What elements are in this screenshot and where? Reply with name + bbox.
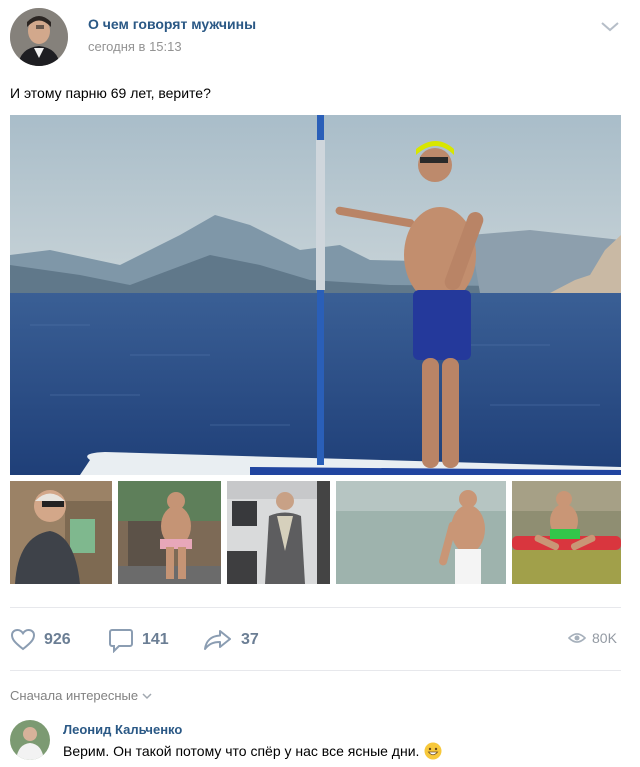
comment-button[interactable]: 141 bbox=[108, 626, 169, 654]
comment-item: Леонид Кальченко Верим. Он такой потому … bbox=[0, 712, 640, 767]
views-counter: 80K bbox=[568, 630, 617, 646]
photo-thumbnail[interactable] bbox=[512, 481, 621, 584]
chevron-down-icon[interactable] bbox=[598, 16, 622, 36]
post-text: И этому парню 69 лет, верите? bbox=[10, 85, 211, 101]
comments-sort-dropdown[interactable]: Сначала интересные bbox=[10, 688, 152, 703]
comment-text-content: Верим. Он такой потому что спёр у нас вс… bbox=[63, 743, 420, 759]
like-count: 926 bbox=[44, 631, 71, 648]
group-avatar[interactable] bbox=[10, 8, 68, 66]
heart-icon bbox=[10, 628, 36, 651]
photo-thumbnail[interactable] bbox=[10, 481, 112, 584]
post-timestamp[interactable]: сегодня в 15:13 bbox=[88, 39, 182, 54]
comment-author-link[interactable]: Леонид Кальченко bbox=[63, 722, 182, 737]
divider bbox=[10, 670, 621, 671]
share-count: 37 bbox=[241, 631, 259, 648]
comment-count: 141 bbox=[142, 631, 169, 648]
eye-icon bbox=[568, 633, 586, 643]
share-icon bbox=[204, 630, 231, 650]
divider bbox=[10, 607, 621, 608]
like-button[interactable]: 926 bbox=[10, 626, 71, 654]
post-header: О чем говорят мужчины сегодня в 15:13 bbox=[0, 0, 640, 78]
views-count: 80K bbox=[592, 630, 617, 646]
main-photo[interactable] bbox=[10, 115, 621, 475]
photo-thumbnail[interactable] bbox=[336, 481, 506, 584]
sort-label: Сначала интересные bbox=[10, 688, 139, 703]
share-button[interactable]: 37 bbox=[203, 626, 259, 654]
photo-thumbnail[interactable] bbox=[227, 481, 330, 584]
grinning-emoji-icon bbox=[424, 742, 442, 760]
comment-text: Верим. Он такой потому что спёр у нас вс… bbox=[63, 742, 442, 760]
avatar[interactable] bbox=[10, 720, 50, 760]
photo-thumbnail[interactable] bbox=[118, 481, 221, 584]
post-actions-bar: 926 141 37 80K bbox=[0, 620, 640, 660]
group-name-link[interactable]: О чем говорят мужчины bbox=[88, 16, 256, 32]
chevron-down-icon bbox=[142, 692, 152, 699]
comment-icon bbox=[109, 629, 133, 653]
